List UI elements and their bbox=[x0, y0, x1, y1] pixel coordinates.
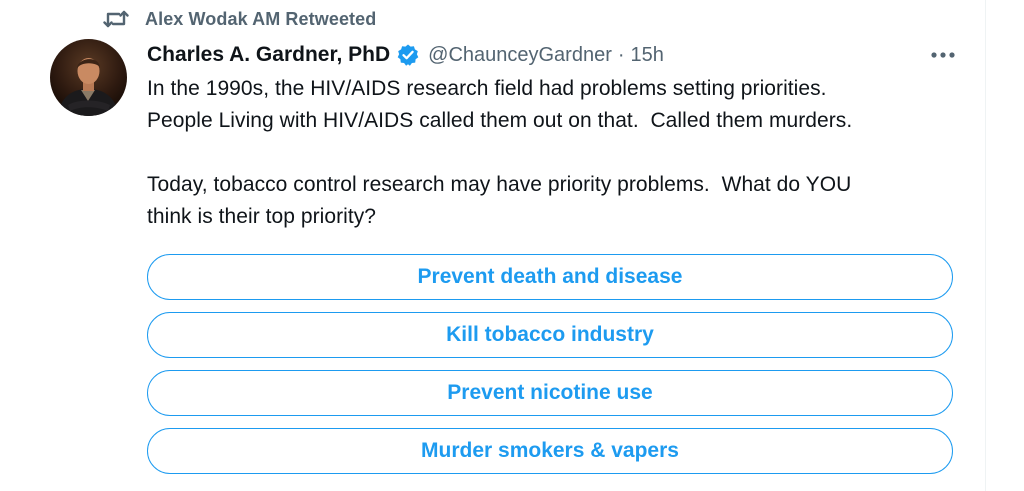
tweet-card: Alex Wodak AM Retweeted Charles A. Gardn… bbox=[0, 0, 1024, 491]
retweet-icon bbox=[101, 8, 131, 30]
tweet-text-line: Today, tobacco control research may have… bbox=[147, 173, 852, 196]
column-divider bbox=[985, 0, 986, 491]
poll-option-prevent-nicotine[interactable]: Prevent nicotine use bbox=[147, 370, 953, 416]
timestamp[interactable]: 15h bbox=[631, 44, 664, 67]
poll-option-murder-smokers[interactable]: Murder smokers & vapers bbox=[147, 428, 953, 474]
separator-dot: · bbox=[617, 43, 625, 66]
tweet-header: Charles A. Gardner, PhD @ChaunceyGardner… bbox=[147, 39, 664, 71]
tweet-text: In the 1990s, the HIV/AIDS research fiel… bbox=[147, 73, 967, 233]
verified-badge-icon bbox=[396, 43, 420, 67]
tweet-text-line: think is their top priority? bbox=[147, 205, 376, 228]
more-options-button[interactable] bbox=[926, 42, 960, 68]
author-handle[interactable]: @ChaunceyGardner bbox=[428, 44, 612, 67]
more-options-icon bbox=[931, 52, 955, 58]
retweet-label: Alex Wodak AM Retweeted bbox=[145, 8, 377, 29]
tweet-text-line: People Living with HIV/AIDS called them … bbox=[147, 109, 853, 132]
tweet-text-line: In the 1990s, the HIV/AIDS research fiel… bbox=[147, 77, 827, 100]
retweet-context[interactable]: Alex Wodak AM Retweeted bbox=[101, 7, 376, 31]
author-name[interactable]: Charles A. Gardner, PhD bbox=[147, 43, 390, 67]
poll-option-kill-industry[interactable]: Kill tobacco industry bbox=[147, 312, 953, 358]
poll-option-prevent-death[interactable]: Prevent death and disease bbox=[147, 254, 953, 300]
avatar[interactable] bbox=[50, 39, 127, 116]
